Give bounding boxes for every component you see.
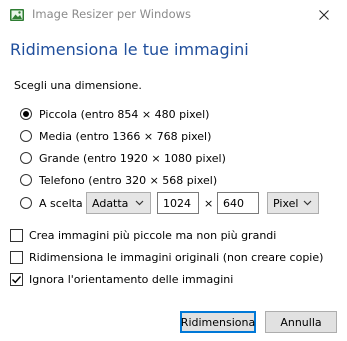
width-input[interactable]: 1024 (157, 192, 199, 214)
option-ignore-orientation[interactable]: Ignora l'orientamento delle immagini (10, 271, 233, 287)
checkmark-icon (12, 275, 22, 283)
radio-button[interactable] (20, 152, 32, 164)
close-button[interactable] (301, 0, 347, 30)
radio-size-large[interactable]: Grande (entro 1920 × 1080 pixel) (20, 149, 226, 167)
height-value: 640 (223, 196, 244, 210)
checkbox[interactable] (10, 228, 23, 242)
checkbox[interactable] (10, 250, 23, 264)
option-replace-originals[interactable]: Ridimensiona le immagini originali (non … (10, 249, 323, 265)
checkbox-label: Crea immagini più piccole ma non più gra… (29, 228, 277, 242)
radio-size-phone[interactable]: Telefono (entro 320 × 568 pixel) (20, 171, 217, 189)
radio-label: Piccola (entro 854 × 480 pixel) (39, 107, 210, 121)
width-value: 1024 (163, 196, 191, 210)
chevron-down-icon (135, 200, 144, 206)
radio-label: Grande (entro 1920 × 1080 pixel) (39, 151, 226, 165)
radio-size-small[interactable]: Piccola (entro 854 × 480 pixel) (20, 105, 209, 123)
radio-size-custom[interactable]: A scelta (20, 194, 83, 212)
radio-label: Telefono (entro 320 × 568 pixel) (39, 173, 218, 187)
radio-button[interactable] (20, 174, 32, 186)
image-resizer-app-icon (9, 7, 25, 23)
chevron-down-icon (303, 200, 312, 206)
option-shrink-only[interactable]: Crea immagini più piccole ma non più gra… (10, 227, 276, 243)
radio-label: A scelta (39, 196, 83, 210)
radio-button[interactable] (20, 130, 32, 142)
checkbox[interactable] (10, 272, 23, 286)
unit-value: Pixel (273, 196, 299, 210)
cancel-button[interactable]: Annulla (265, 311, 337, 333)
window-title: Image Resizer per Windows (32, 7, 191, 21)
radio-button[interactable] (20, 108, 32, 120)
fit-mode-dropdown[interactable]: Adatta (86, 192, 151, 214)
checkbox-label: Ignora l'orientamento delle immagini (29, 272, 234, 286)
radio-size-medium[interactable]: Media (entro 1366 × 768 pixel) (20, 127, 211, 145)
checkbox-label: Ridimensiona le immagini originali (non … (29, 250, 324, 264)
size-prompt: Scegli una dimensione. (14, 79, 142, 92)
close-icon (319, 10, 329, 20)
page-title: Ridimensiona le tue immagini (10, 40, 249, 59)
height-input[interactable]: 640 (217, 192, 259, 214)
title-bar: Image Resizer per Windows (0, 0, 347, 30)
unit-dropdown[interactable]: Pixel (267, 192, 319, 214)
fit-mode-value: Adatta (92, 196, 129, 210)
resize-button[interactable]: Ridimensiona (180, 311, 256, 333)
radio-button[interactable] (20, 197, 32, 209)
dimension-separator: × (204, 197, 214, 210)
radio-label: Media (entro 1366 × 768 pixel) (39, 129, 212, 143)
